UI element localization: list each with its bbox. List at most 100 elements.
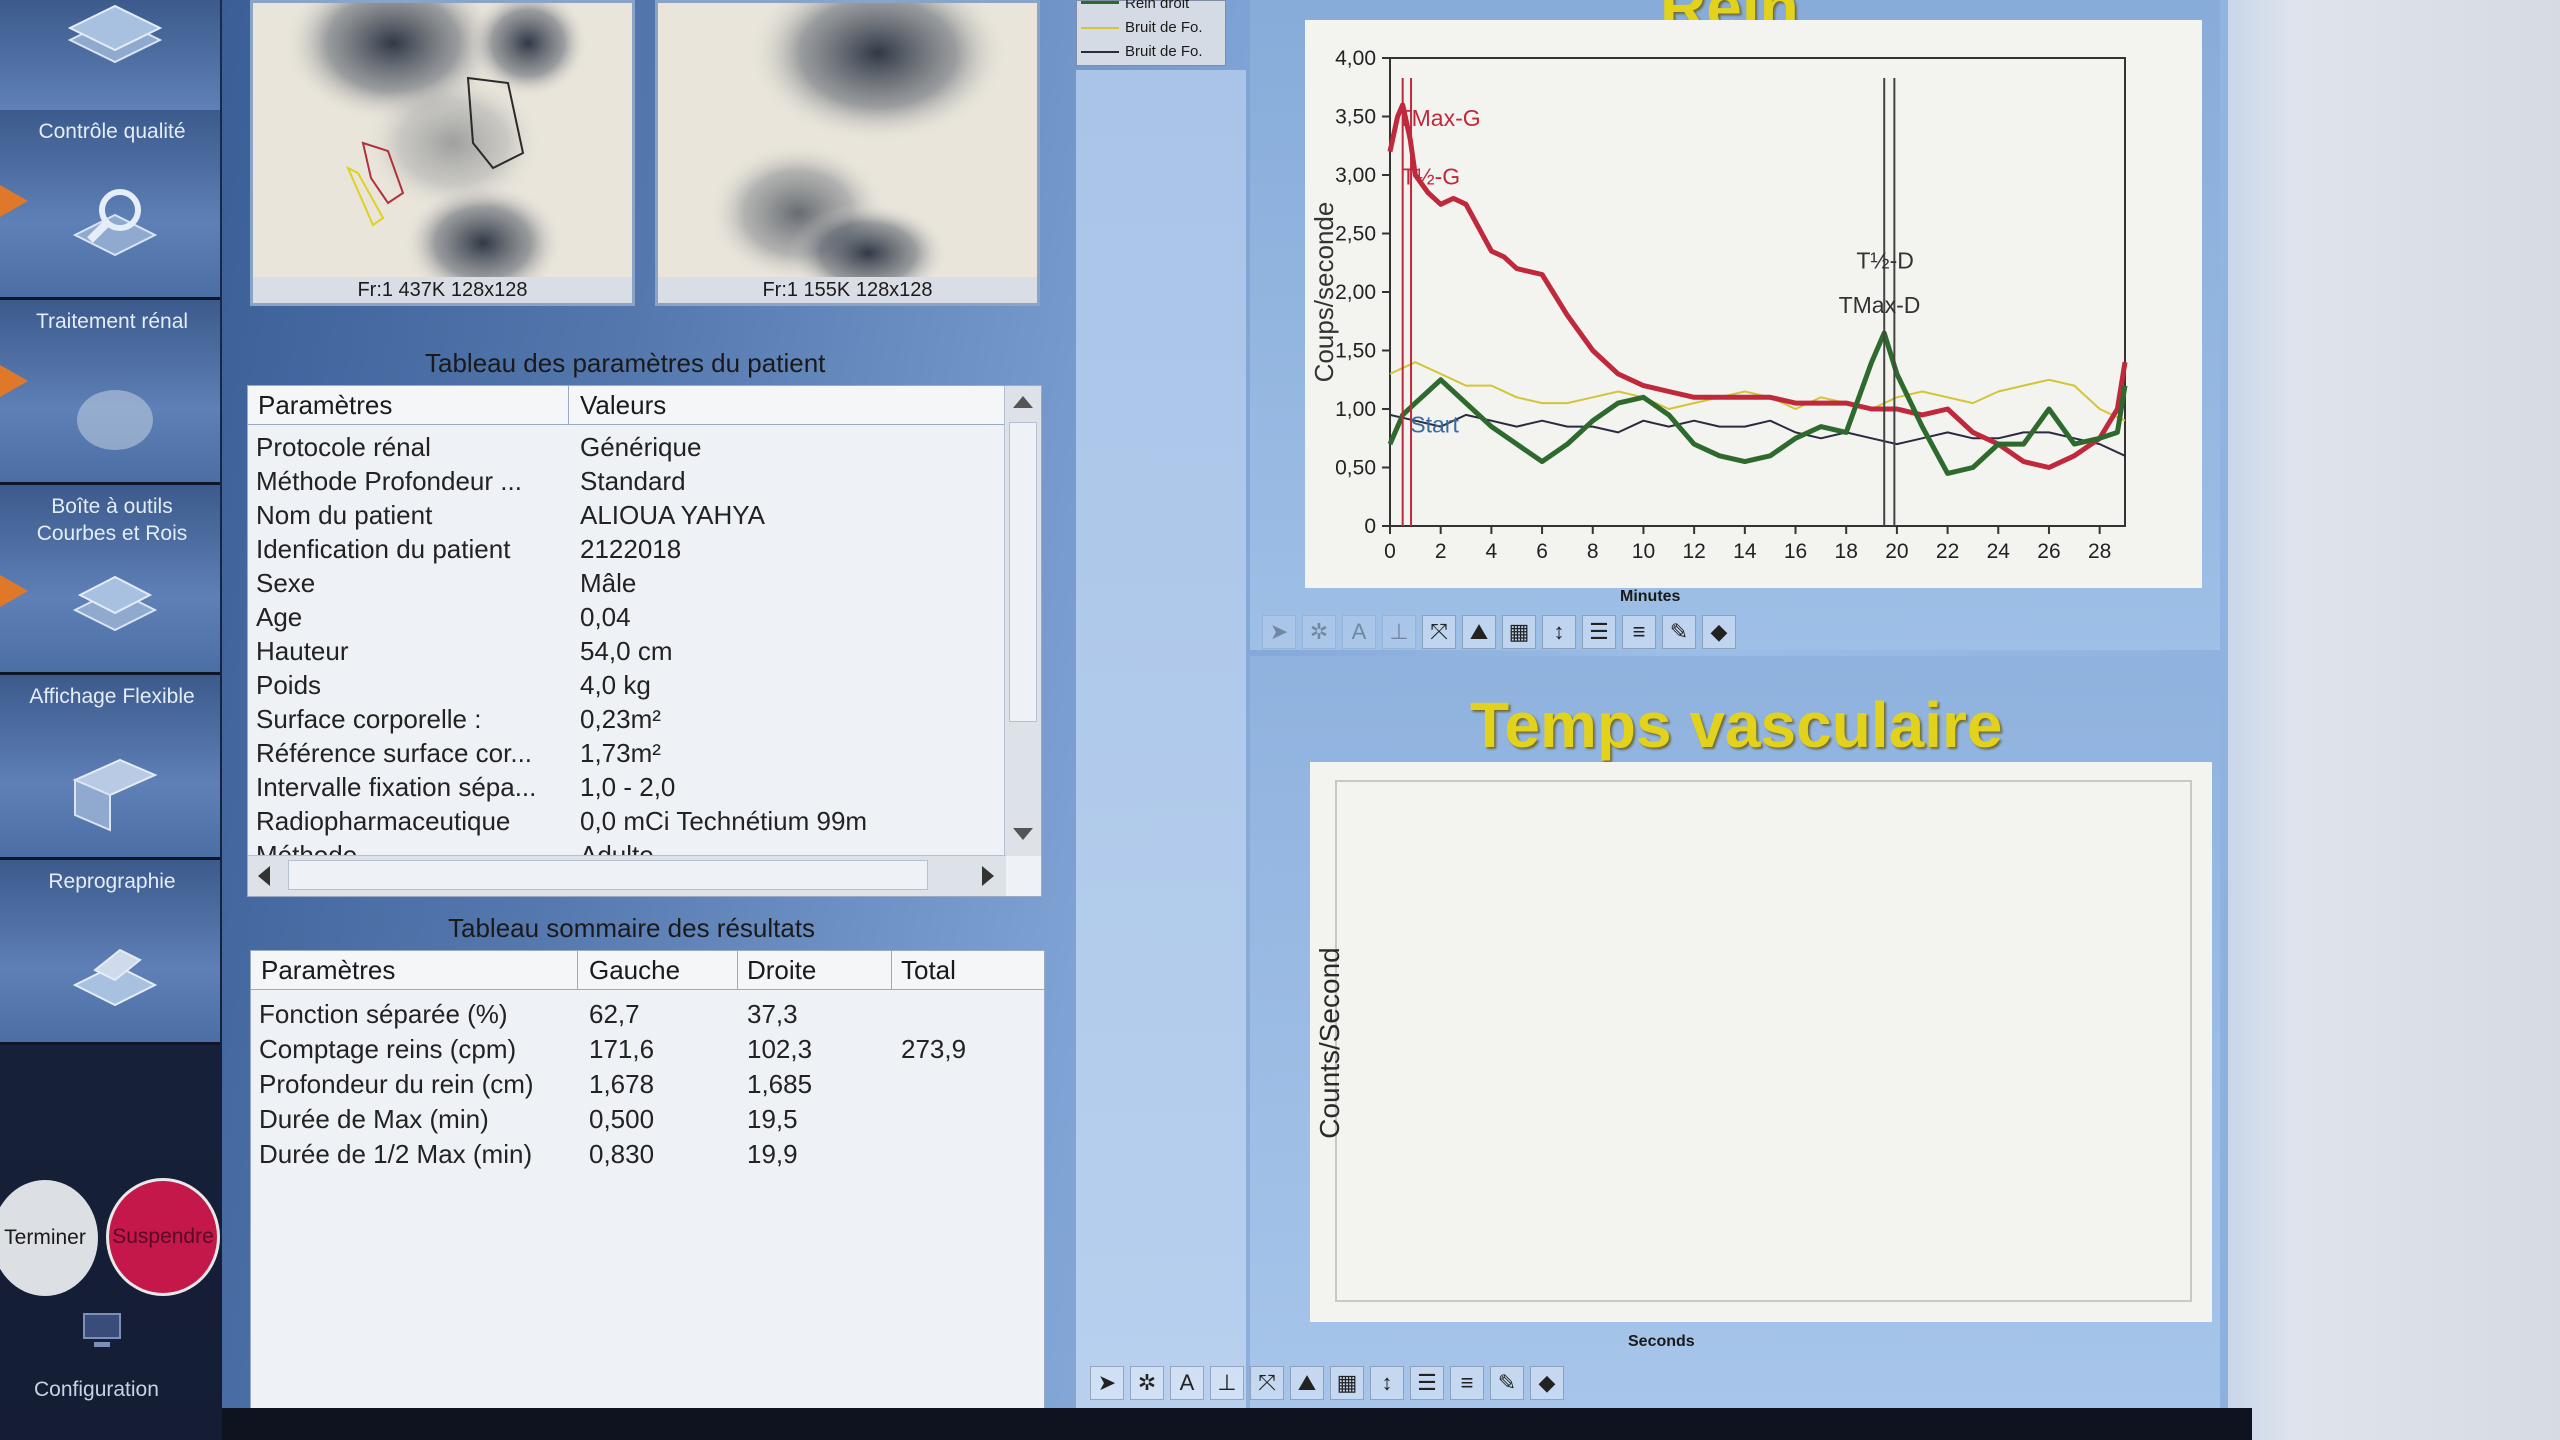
fill-icon[interactable]: ◆ [1702,615,1736,649]
configuration-link[interactable]: Configuration [34,1378,159,1402]
x-tick-label: 0 [1384,540,1396,563]
scroll-down-icon[interactable] [1013,828,1033,840]
table-row[interactable]: Durée de 1/2 Max (min) 0,830 19,9 [251,1137,1044,1171]
horizontal-scrollbar[interactable] [248,855,1006,896]
y-tick-label: 3,00 [1335,164,1376,187]
table-row[interactable]: Référence surface cor... 1,73m² [248,736,1006,770]
sidebar-item-renal-processing[interactable]: Traitement rénal [0,300,220,485]
scroll-thumb[interactable] [288,860,928,890]
renal-chart[interactable]: 0 0,50 1,00 1,50 2,00 2,50 3,00 3,50 4,00 0 2 4 6 8 10… [1305,20,2202,588]
x-tick-label: 20 [1885,540,1908,563]
y-tick-label: 2,00 [1335,281,1376,304]
result-value: 171,6 [589,1034,655,1064]
scan-image-anterior[interactable]: Fr:1 437K 128x128 [250,0,635,306]
toolbox-icon [72,575,158,632]
suspend-button[interactable]: Suspendre [106,1178,220,1296]
vascular-plot-area [1335,780,2192,1302]
table-row[interactable]: Nom du patient ALIOUA YAHYA [248,498,1006,532]
scroll-left-icon[interactable] [258,866,270,886]
scale-icon[interactable]: ↕ [1370,1366,1404,1400]
scroll-up-icon[interactable] [1013,396,1033,408]
grid-icon[interactable]: ▦ [1330,1366,1364,1400]
x-tick-label: 24 [1987,540,2011,563]
peak-icon[interactable]: ⛰ [1462,615,1496,649]
parameter-value: Standard [580,466,686,496]
pen-icon[interactable]: ✎ [1490,1366,1524,1400]
table-row[interactable]: Méthode Profondeur ... Standard [248,464,1006,498]
screen-bezel [2228,0,2560,1440]
x-tick-label: 8 [1587,540,1599,563]
active-indicator [0,185,28,217]
parameter-value: Mâle [580,568,637,598]
table-row[interactable]: Fonction séparée (%) 62,7 37,3 [251,997,1044,1031]
text-icon[interactable]: A [1342,615,1376,649]
settings-icon[interactable]: ✲ [1302,615,1336,649]
table-row[interactable]: Profondeur du rein (cm) 1,678 1,685 [251,1067,1044,1101]
sidebar-item-reprography[interactable]: Reprographie [0,860,220,1045]
fill-icon[interactable]: ◆ [1530,1366,1564,1400]
y-axis-label: Coups/seconde [1309,202,1339,383]
parameter-value: ALIOUA YAHYA [580,500,765,530]
result-value: 1,685 [747,1069,813,1099]
zoom-icon[interactable]: ⤧ [1422,615,1456,649]
table-row[interactable]: Surface corporelle : 0,23m² [248,702,1006,736]
table-row[interactable]: Sexe Mâle [248,566,1006,600]
lines-icon[interactable]: ≡ [1450,1366,1484,1400]
table-row[interactable]: Intervalle fixation sépa... 1,0 - 2,0 [248,770,1006,804]
vascular-chart-toolbar: ➤ ✲ A ⊥ ⤧ ⛰ ▦ ↕ ☰ ≡ ✎ ◆ [1090,1366,1564,1400]
sidebar-item-flexible-display[interactable]: Affichage Flexible [0,675,220,860]
settings-icon[interactable]: ✲ [1130,1366,1164,1400]
parameter-name: Nom du patient [256,500,433,530]
list-icon[interactable]: ☰ [1410,1366,1444,1400]
table-row[interactable]: Age 0,04 [248,600,1006,634]
result-parameter: Durée de 1/2 Max (min) [259,1139,533,1169]
renal-x-axis-label: Minutes [1620,588,1681,605]
axis-icon[interactable]: ⊥ [1210,1366,1244,1400]
sidebar: Contrôle qualité Traitement rénal Boîte … [0,0,222,1440]
lines-icon[interactable]: ≡ [1622,615,1656,649]
zoom-icon[interactable]: ⤧ [1250,1366,1284,1400]
result-value: 0,830 [589,1139,655,1169]
peak-icon[interactable]: ⛰ [1290,1366,1324,1400]
table-row[interactable]: Radiopharmaceutique 0,0 mCi Technétium 99… [248,804,1006,838]
table-row[interactable]: Idenfication du patient 2122018 [248,532,1006,566]
pen-icon[interactable]: ✎ [1662,615,1696,649]
table-row[interactable]: Hauteur 54,0 cm [248,634,1006,668]
pointer-icon[interactable]: ➤ [1090,1366,1124,1400]
kidney-icon [77,390,153,450]
annotation-tmax-left: TMax-G [1398,105,1481,131]
result-parameter: Durée de Max (min) [259,1104,489,1134]
pointer-icon[interactable]: ➤ [1262,615,1296,649]
grid-icon[interactable]: ▦ [1502,615,1536,649]
scan-caption: Fr:1 437K 128x128 [253,277,632,303]
scale-icon[interactable]: ↕ [1542,615,1576,649]
scan-image-posterior[interactable]: Fr:1 155K 128x128 [655,0,1040,306]
sidebar-item-curves-rois-toolbox[interactable]: Boîte à outils Courbes et Rois [0,485,220,675]
vascular-chart[interactable]: Counts/Second [1310,762,2212,1322]
result-value: 37,3 [747,999,798,1029]
terminate-button[interactable]: Terminer [0,1180,98,1296]
x-tick-label: 18 [1835,540,1858,563]
vertical-scrollbar[interactable] [1004,386,1041,856]
parameter-name: Radiopharmaceutique [256,806,511,836]
list-icon[interactable]: ☰ [1582,615,1616,649]
sidebar-item-quality-control[interactable]: Contrôle qualité [0,110,220,300]
column-header: Droite [747,955,817,985]
parameter-value: 0,23m² [580,704,661,734]
parameter-name: Méthode Profondeur ... [256,466,522,496]
table-row[interactable]: Comptage reins (cpm) 171,6 102,3 273,9 [251,1032,1044,1066]
column-header: Total [901,955,956,985]
scroll-thumb[interactable] [1009,422,1037,722]
scroll-right-icon[interactable] [982,866,994,886]
display-icon [72,758,158,832]
table-row[interactable]: Durée de Max (min) 0,500 19,5 [251,1102,1044,1136]
scan-posterior-render [708,3,1008,303]
text-icon[interactable]: A [1170,1366,1204,1400]
table-row[interactable]: Protocole rénal Générique [248,430,1006,464]
computer-icon[interactable] [80,1312,124,1350]
axis-icon[interactable]: ⊥ [1382,615,1416,649]
active-indicator [0,575,28,607]
result-value: 102,3 [747,1034,813,1064]
parameter-name: Intervalle fixation sépa... [256,772,537,802]
table-row[interactable]: Poids 4,0 kg [248,668,1006,702]
